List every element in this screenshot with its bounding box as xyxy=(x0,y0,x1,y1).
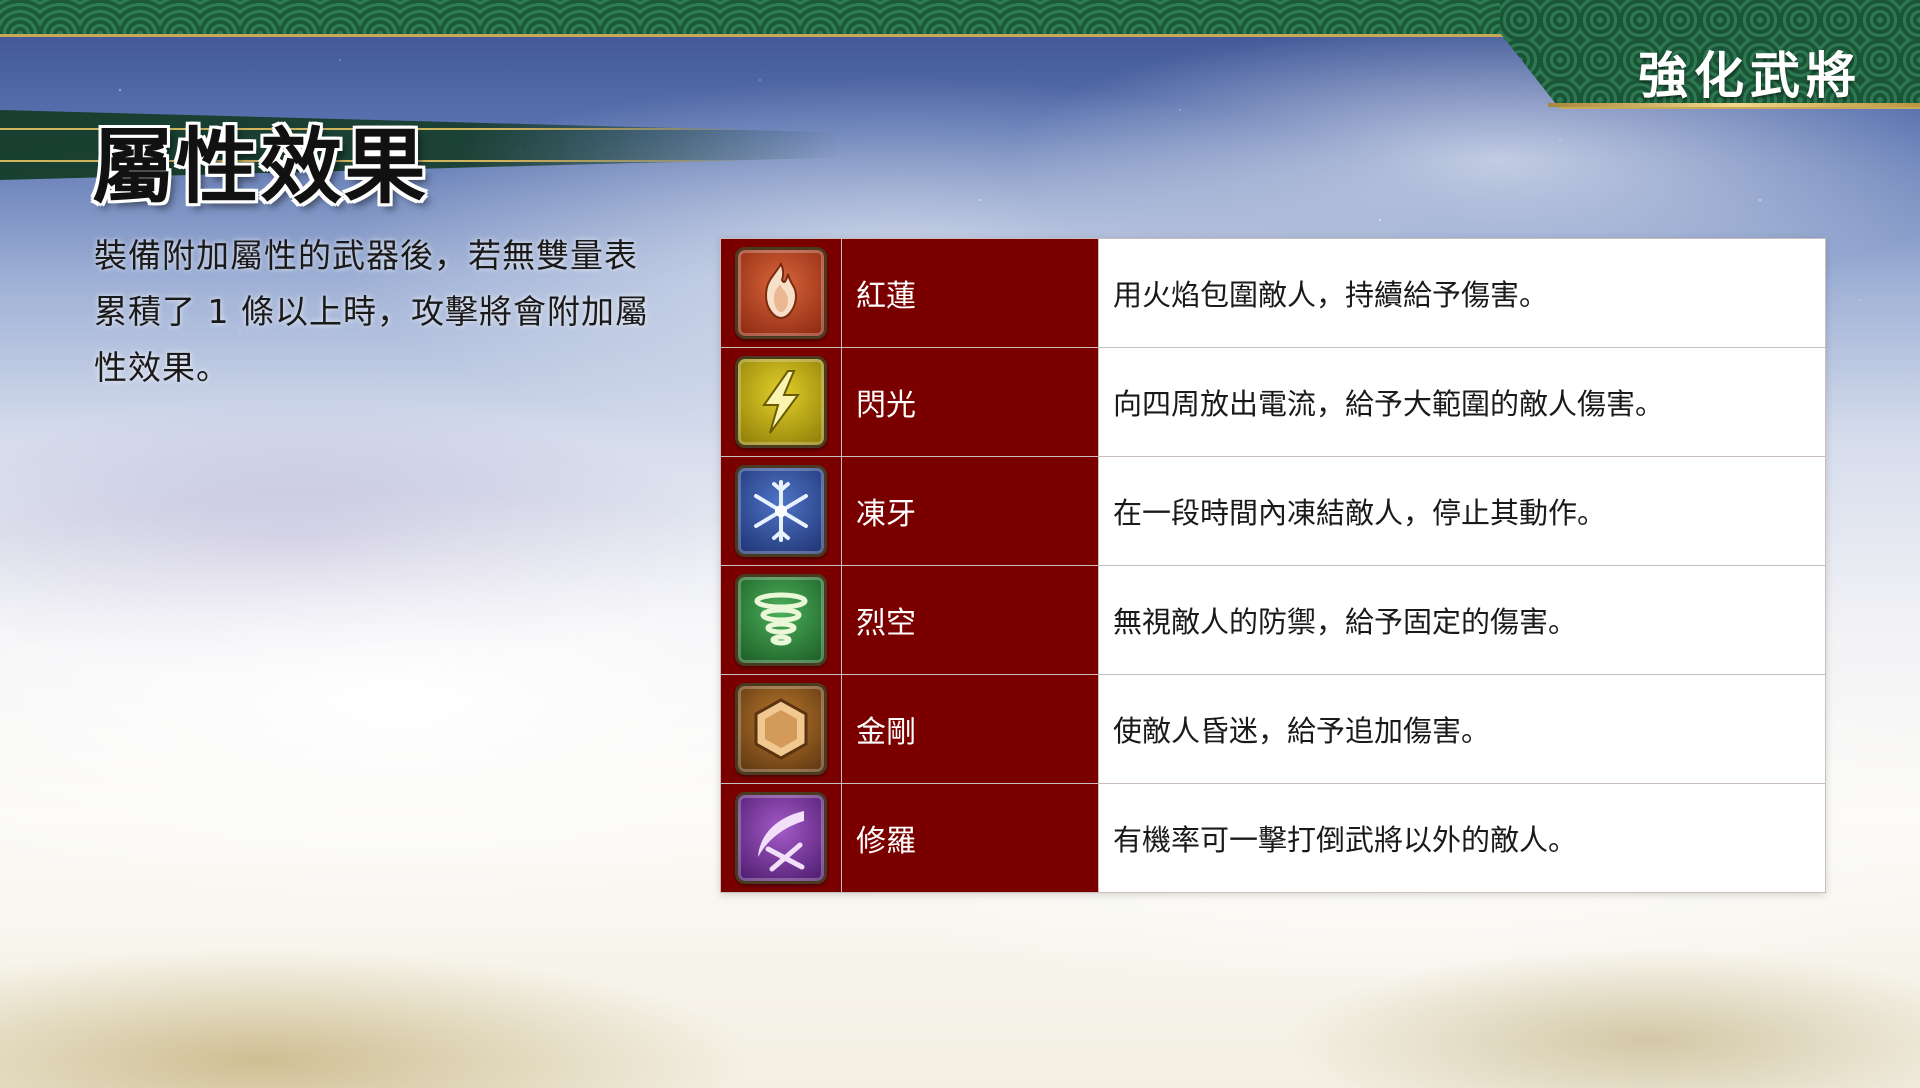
icon-cell xyxy=(720,783,842,893)
icon-cell xyxy=(720,674,842,784)
snowflake-icon xyxy=(735,465,827,557)
table-row: 烈空 無視敵人的防禦，給予固定的傷害。 xyxy=(720,565,1826,675)
table-row: 金剛 使敵人昏迷，給予追加傷害。 xyxy=(720,674,1826,784)
table-row: 紅蓮 用火焰包圍敵人，持續給予傷害。 xyxy=(720,238,1826,348)
section-title: 強化武將 xyxy=(1638,46,1862,105)
slash-icon xyxy=(735,792,827,884)
table-row: 閃光 向四周放出電流，給予大範圍的敵人傷害。 xyxy=(720,347,1826,457)
effect-name: 紅蓮 xyxy=(841,238,1099,348)
icon-cell xyxy=(720,456,842,566)
icon-cell xyxy=(720,238,842,348)
fire-icon xyxy=(735,247,827,339)
effect-description: 向四周放出電流，給予大範圍的敵人傷害。 xyxy=(1098,347,1826,457)
effect-name: 金剛 xyxy=(841,674,1099,784)
effect-description: 在一段時間內凍結敵人，停止其動作。 xyxy=(1098,456,1826,566)
effect-name: 凍牙 xyxy=(841,456,1099,566)
effect-description: 使敵人昏迷，給予追加傷害。 xyxy=(1098,674,1826,784)
hexagon-icon xyxy=(735,683,827,775)
effect-description: 無視敵人的防禦，給予固定的傷害。 xyxy=(1098,565,1826,675)
table-row: 修羅 有機率可一擊打倒武將以外的敵人。 xyxy=(720,783,1826,893)
icon-cell xyxy=(720,347,842,457)
effects-table: 紅蓮 用火焰包圍敵人，持續給予傷害。 閃光 向四周放出電流，給予大範圍的敵人傷害… xyxy=(720,238,1826,893)
description-text: 裝備附加屬性的武器後，若無雙量表累積了 1 條以上時，攻擊將會附加屬性效果。 xyxy=(94,236,649,387)
page-title: 屬性效果 xyxy=(92,119,429,215)
table-row: 凍牙 在一段時間內凍結敵人，停止其動作。 xyxy=(720,456,1826,566)
whirlwind-icon xyxy=(735,574,827,666)
effect-description: 用火焰包圍敵人，持續給予傷害。 xyxy=(1098,238,1826,348)
effect-description: 有機率可一擊打倒武將以外的敵人。 xyxy=(1098,783,1826,893)
icon-cell xyxy=(720,565,842,675)
lightning-icon xyxy=(735,356,827,448)
effect-name: 修羅 xyxy=(841,783,1099,893)
effect-name: 烈空 xyxy=(841,565,1099,675)
effect-name: 閃光 xyxy=(841,347,1099,457)
